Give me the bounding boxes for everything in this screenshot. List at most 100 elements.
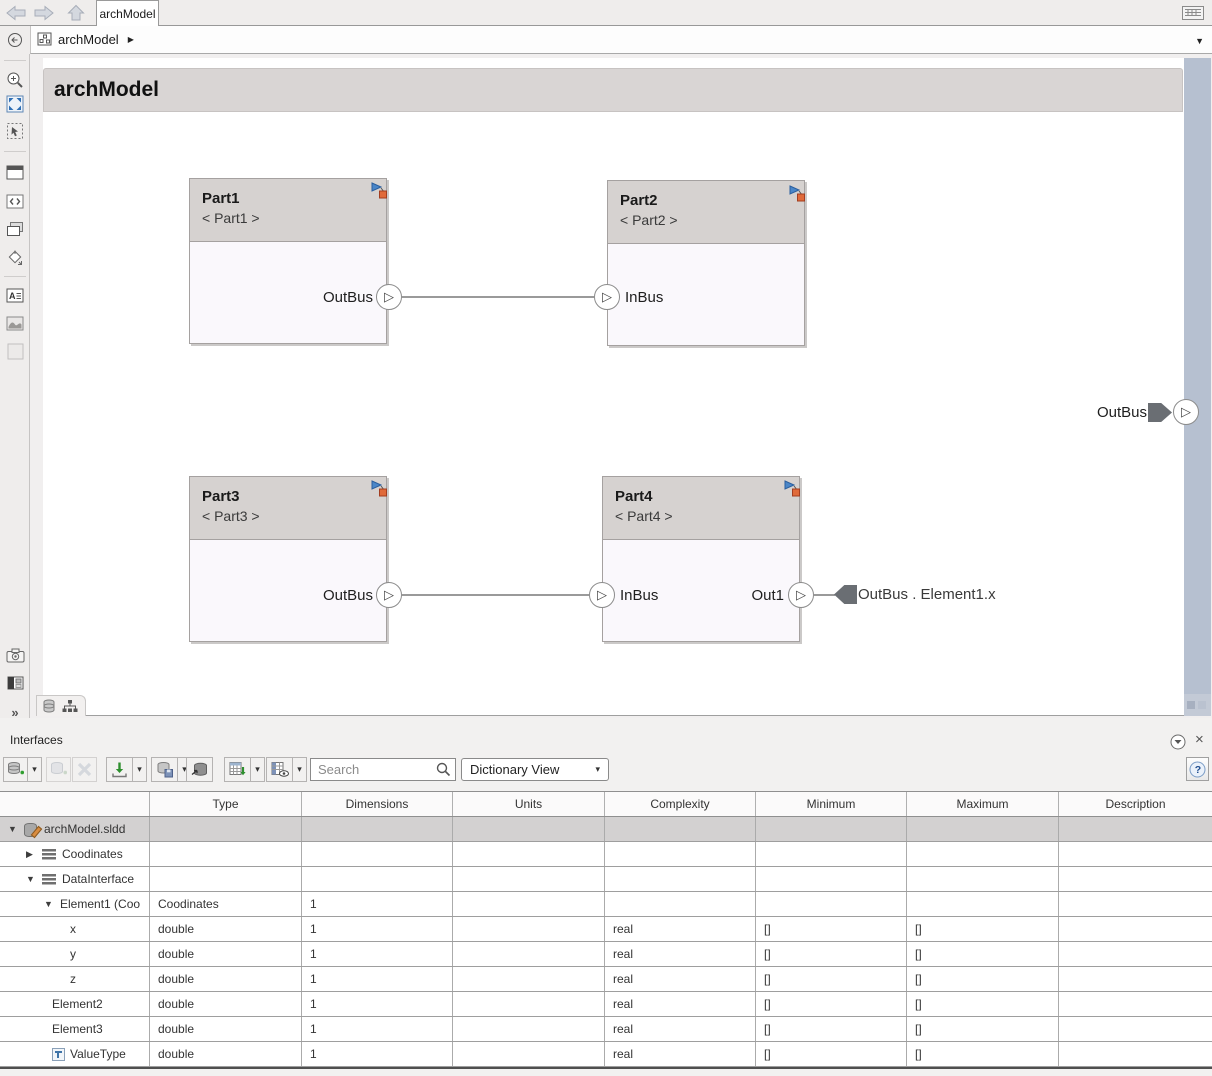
table-cell[interactable]: 1	[302, 917, 453, 941]
port-label-inbus[interactable]: InBus	[620, 587, 658, 604]
table-cell[interactable]: double	[150, 992, 302, 1016]
connector-out1[interactable]	[814, 594, 835, 596]
table-cell[interactable]: 1	[302, 1017, 453, 1041]
table-cell[interactable]	[605, 892, 756, 916]
row-name-cell[interactable]: Element3	[0, 1017, 150, 1041]
table-cell[interactable]	[1059, 817, 1212, 841]
port-label-outbus[interactable]: OutBus	[311, 587, 373, 604]
add-interface-dropdown-icon[interactable]: ▾	[28, 757, 42, 782]
table-cell[interactable]	[150, 842, 302, 866]
table-cell[interactable]: 1	[302, 992, 453, 1016]
table-cell[interactable]	[453, 867, 605, 891]
table-cell[interactable]	[453, 1042, 605, 1066]
table-cell[interactable]: 1	[302, 967, 453, 991]
table-cell[interactable]: []	[907, 1042, 1059, 1066]
configure-columns-dropdown-icon[interactable]: ▾	[293, 757, 307, 782]
table-cell[interactable]: real	[605, 917, 756, 941]
port-part1-outbus[interactable]: ▷	[376, 284, 402, 310]
expand-arrow-icon[interactable]: ▶	[26, 849, 42, 860]
column-header[interactable]: Description	[1059, 792, 1212, 816]
column-header[interactable]	[0, 792, 150, 816]
table-cell[interactable]: 1	[302, 892, 453, 916]
table-cell[interactable]: real	[605, 992, 756, 1016]
table-cell[interactable]	[907, 892, 1059, 916]
table-row[interactable]: ydouble1real[][]	[0, 942, 1212, 967]
export-table-dropdown-icon[interactable]: ▾	[251, 757, 265, 782]
port-part3-outbus[interactable]: ▷	[376, 582, 402, 608]
table-cell[interactable]: []	[756, 1042, 907, 1066]
table-cell[interactable]	[907, 817, 1059, 841]
viewmark-button[interactable]	[5, 341, 25, 361]
table-cell[interactable]	[453, 892, 605, 916]
minimize-panel-button[interactable]	[1170, 734, 1186, 755]
table-row[interactable]: ▶Coodinates	[0, 842, 1212, 867]
add-element-button[interactable]	[46, 757, 71, 782]
table-cell[interactable]: real	[605, 967, 756, 991]
row-name-cell[interactable]: y	[0, 942, 150, 966]
table-cell[interactable]	[1059, 892, 1212, 916]
table-cell[interactable]: real	[605, 1042, 756, 1066]
signal-label[interactable]: OutBus . Element1.x	[858, 586, 996, 603]
row-name-cell[interactable]: x	[0, 917, 150, 941]
duplicate-view-button[interactable]	[5, 219, 25, 239]
keyboard-shortcuts-button[interactable]	[1180, 4, 1206, 21]
table-cell[interactable]	[453, 967, 605, 991]
column-header[interactable]: Complexity	[605, 792, 756, 816]
port-label-boundary-outbus[interactable]: OutBus	[1085, 404, 1147, 421]
table-cell[interactable]: []	[756, 967, 907, 991]
row-name-cell[interactable]: z	[0, 967, 150, 991]
row-name-cell[interactable]: ValueType	[0, 1042, 150, 1066]
component-part2[interactable]: Part2 < Part2 >	[607, 180, 805, 346]
component-part4[interactable]: Part4 < Part4 >	[602, 476, 800, 642]
port-boundary-outbus[interactable]: ▷	[1173, 399, 1199, 425]
component-part1[interactable]: Part1 < Part1 >	[189, 178, 387, 344]
port-part2-inbus[interactable]: ▷	[594, 284, 620, 310]
table-cell[interactable]	[756, 892, 907, 916]
search-input[interactable]	[310, 758, 456, 781]
component-part3[interactable]: Part3 < Part3 >	[189, 476, 387, 642]
table-cell[interactable]: real	[605, 942, 756, 966]
model-browser-button[interactable]	[5, 673, 25, 693]
table-cell[interactable]	[453, 842, 605, 866]
table-cell[interactable]	[756, 842, 907, 866]
table-cell[interactable]	[1059, 917, 1212, 941]
table-row[interactable]: Element3double1real[][]	[0, 1017, 1212, 1042]
table-cell[interactable]: 1	[302, 1042, 453, 1066]
collapse-arrow-icon[interactable]: ▼	[44, 899, 60, 909]
table-row[interactable]: Element2double1real[][]	[0, 992, 1212, 1017]
import-dropdown-icon[interactable]: ▾	[133, 757, 147, 782]
row-name-cell[interactable]: Element2	[0, 992, 150, 1016]
table-row[interactable]: ▼Element1 (CooCoodinates1	[0, 892, 1212, 917]
table-row[interactable]: ▼archModel.sldd	[0, 817, 1212, 842]
add-interface-button[interactable]	[3, 757, 28, 782]
table-cell[interactable]: []	[756, 992, 907, 1016]
table-cell[interactable]: double	[150, 967, 302, 991]
interface-editor-button[interactable]	[5, 191, 25, 211]
hierarchy-icon[interactable]	[62, 699, 78, 713]
column-header[interactable]: Maximum	[907, 792, 1059, 816]
table-cell[interactable]	[605, 817, 756, 841]
table-cell[interactable]: []	[907, 992, 1059, 1016]
table-cell[interactable]	[1059, 1042, 1212, 1066]
table-cell[interactable]	[453, 992, 605, 1016]
table-cell[interactable]	[756, 817, 907, 841]
screenshot-button[interactable]	[5, 645, 25, 665]
table-cell[interactable]: []	[756, 1017, 907, 1041]
port-part4-inbus[interactable]: ▷	[589, 582, 615, 608]
table-row[interactable]: ▼DataInterface	[0, 867, 1212, 892]
close-panel-button[interactable]: ×	[1195, 731, 1204, 748]
table-cell[interactable]: double	[150, 1017, 302, 1041]
table-row[interactable]: xdouble1real[][]	[0, 917, 1212, 942]
table-row[interactable]: zdouble1real[][]	[0, 967, 1212, 992]
up-to-parent-button[interactable]	[64, 3, 88, 22]
table-cell[interactable]	[1059, 942, 1212, 966]
port-label-inbus[interactable]: InBus	[625, 289, 663, 306]
table-cell[interactable]	[907, 842, 1059, 866]
table-cell[interactable]	[1059, 992, 1212, 1016]
table-cell[interactable]: []	[907, 917, 1059, 941]
table-row[interactable]: ValueTypedouble1real[][]	[0, 1042, 1212, 1067]
table-cell[interactable]	[605, 842, 756, 866]
table-cell[interactable]: []	[756, 917, 907, 941]
connector-part3-part4[interactable]	[402, 594, 589, 596]
table-cell[interactable]: []	[907, 967, 1059, 991]
